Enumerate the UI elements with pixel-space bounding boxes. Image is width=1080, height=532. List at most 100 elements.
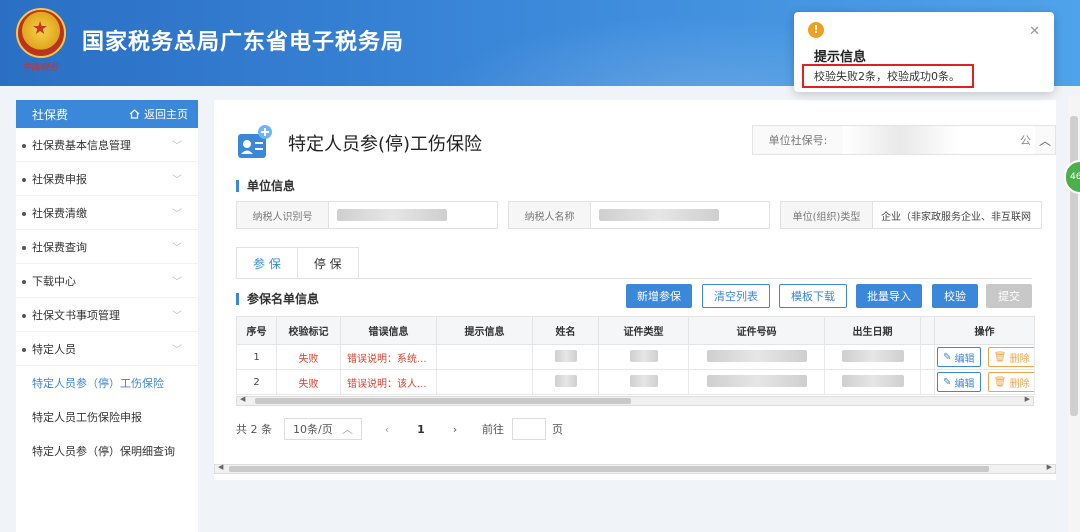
pencil-icon: ✎ — [943, 351, 952, 363]
goto-label: 前往 — [482, 423, 504, 436]
pager-total: 共 2 条 — [236, 423, 272, 436]
unit-social-no-label: 单位社保号: — [768, 134, 828, 147]
batch-import-button[interactable]: 批量导入 — [856, 284, 922, 308]
cell-error[interactable]: 错误说明：该人... — [340, 369, 437, 395]
cell-actions: ✎ 编辑 🗑 删除 — [934, 344, 1035, 370]
cell-no: 1 — [236, 344, 277, 370]
cell-id-no — [688, 369, 825, 395]
roster-title: 参保名单信息 — [236, 293, 319, 305]
unit-type-value: 企业（非家政服务企业、非互联网 — [881, 211, 1031, 223]
taxpayer-id-field: 纳税人识别号 — [236, 201, 498, 229]
sidebar-item-declare[interactable]: 社保费申报 ﹀ — [16, 162, 198, 196]
sidebar-item-special-persons[interactable]: 特定人员 ﹀ — [16, 332, 198, 366]
page-suffix: 页 — [552, 423, 563, 436]
chevron-down-icon: ﹀ — [172, 243, 182, 254]
sidebar-item-download[interactable]: 下载中心 ﹀ — [16, 264, 198, 298]
cell-hint — [436, 344, 533, 370]
page-title: 特定人员参(停)工伤保险 — [288, 134, 483, 155]
next-page-button[interactable]: › — [442, 418, 468, 440]
col-header-id-type: 证件类型 — [598, 316, 689, 345]
warning-icon: ! — [808, 22, 824, 38]
scroll-right-icon[interactable]: ▶ — [1047, 463, 1052, 471]
chevron-up-icon[interactable]: ︿ — [1035, 132, 1055, 149]
cell-id-no — [688, 344, 825, 370]
notification-toast: ! ✕ 提示信息 校验失败2条，校验成功0条。 — [794, 12, 1054, 92]
unit-social-no-field[interactable]: 单位社保号: 公 ︿ — [752, 125, 1056, 155]
sidebar-item-label: 社保费清缴 — [32, 206, 87, 220]
sidebar-item-label: 社保费基本信息管理 — [32, 138, 131, 152]
tab-enroll[interactable]: 参 保 — [236, 247, 298, 279]
home-icon — [129, 109, 140, 119]
goto-page-input[interactable] — [512, 418, 546, 440]
edit-button[interactable]: ✎ 编辑 — [937, 372, 981, 392]
chevron-up-icon: ︿ — [342, 423, 353, 436]
taxpayer-name-field: 纳税人名称 — [508, 201, 770, 229]
main-horizontal-scrollbar[interactable]: ◀ ▶ — [214, 463, 1056, 474]
chevron-down-icon: ﹀ — [172, 345, 182, 356]
delete-button[interactable]: 🗑 删除 — [987, 372, 1034, 392]
page-size-select[interactable]: 10条/页 ︿ — [284, 418, 362, 440]
table-horizontal-scrollbar[interactable]: ◀ ▶ — [236, 395, 1034, 406]
sidebar-subitem-injury-insurance[interactable]: 特定人员参（停）工伤保险 — [16, 366, 198, 400]
sidebar-header: 社保费 返回主页 — [16, 100, 198, 128]
delete-button[interactable]: 🗑 删除 — [987, 347, 1034, 367]
chevron-down-icon: ﹀ — [172, 277, 182, 288]
cell-flag: 失败 — [276, 344, 341, 370]
sidebar-item-basic-info[interactable]: 社保费基本信息管理 ﹀ — [16, 128, 198, 162]
person-add-icon — [238, 125, 272, 158]
unit-social-no-value: 公 — [843, 126, 1035, 154]
prev-page-button[interactable]: ‹ — [374, 418, 400, 440]
add-enroll-button[interactable]: 新增参保 — [626, 284, 692, 308]
main-panel: 特定人员参(停)工伤保险 单位社保号: 公 ︿ 单位信息 纳税人识别号 纳税人名… — [214, 100, 1056, 480]
clear-list-button[interactable]: 清空列表 — [702, 284, 770, 308]
close-icon[interactable]: ✕ — [1029, 24, 1040, 39]
verify-button[interactable]: 校验 — [932, 284, 978, 308]
sidebar-item-payment[interactable]: 社保费清缴 ﹀ — [16, 196, 198, 230]
cell-id-type — [598, 369, 689, 395]
scrollbar-thumb[interactable] — [229, 466, 989, 472]
scroll-right-icon[interactable]: ▶ — [1025, 395, 1030, 403]
sidebar-item-label: 特定人员 — [32, 342, 76, 356]
sidebar-title: 社保费 — [32, 107, 69, 122]
floating-badge[interactable]: 46 — [1064, 160, 1080, 194]
sidebar-subitem-detail-query[interactable]: 特定人员参（停）保明细查询 — [16, 434, 198, 468]
cell-birth — [824, 344, 921, 370]
sidebar: 社保费 返回主页 社保费基本信息管理 ﹀ 社保费申报 ﹀ 社保费清缴 ﹀ 社保费查询 ﹀… — [16, 100, 198, 532]
sidebar-item-label: 社保文书事项管理 — [32, 308, 120, 322]
home-link-label: 返回主页 — [144, 108, 188, 121]
unit-info-row: 纳税人识别号 纳税人名称 单位(组织)类型 企业（非家政服务企业、非互联网 — [236, 201, 1042, 229]
pencil-icon: ✎ — [943, 376, 952, 388]
sidebar-item-label: 社保费申报 — [32, 172, 87, 186]
sidebar-item-documents[interactable]: 社保文书事项管理 ﹀ — [16, 298, 198, 332]
cell-more — [920, 344, 935, 370]
chevron-down-icon: ﹀ — [172, 175, 182, 186]
scrollbar-thumb[interactable] — [255, 398, 631, 404]
scroll-left-icon[interactable]: ◀ — [218, 463, 223, 471]
edit-button[interactable]: ✎ 编辑 — [937, 347, 981, 367]
unit-type-field: 单位(组织)类型 企业（非家政服务企业、非互联网 — [780, 201, 1042, 229]
col-header-actions: 操作 — [934, 316, 1035, 345]
taxpayer-id-value — [329, 202, 447, 228]
cell-name — [532, 369, 599, 395]
sidebar-subitem-injury-declare[interactable]: 特定人员工伤保险申报 — [16, 400, 198, 434]
cell-no: 2 — [236, 369, 277, 395]
cell-id-type — [598, 344, 689, 370]
cell-error[interactable]: 错误说明：系统... — [340, 344, 437, 370]
col-header-flag: 校验标记 — [276, 316, 341, 345]
cell-actions: ✎ 编辑 🗑 删除 — [934, 369, 1035, 395]
tab-divider — [236, 278, 1032, 279]
sidebar-item-label: 社保费查询 — [32, 240, 87, 254]
sidebar-item-query[interactable]: 社保费查询 ﹀ — [16, 230, 198, 264]
trash-icon: 🗑 — [993, 376, 1007, 388]
site-title: 国家税务总局广东省电子税务局 — [82, 30, 405, 55]
chevron-down-icon: ﹀ — [172, 141, 182, 152]
home-link[interactable]: 返回主页 — [129, 106, 188, 122]
scroll-left-icon[interactable]: ◀ — [240, 395, 245, 403]
tab-stop[interactable]: 停 保 — [297, 247, 359, 279]
cell-flag: 失败 — [276, 369, 341, 395]
unit-info-title: 单位信息 — [236, 180, 295, 192]
col-header-error: 错误信息 — [340, 316, 437, 345]
template-download-button[interactable]: 模板下载 — [779, 284, 847, 308]
chevron-down-icon: ﹀ — [172, 311, 182, 322]
current-page[interactable]: 1 — [408, 418, 434, 440]
